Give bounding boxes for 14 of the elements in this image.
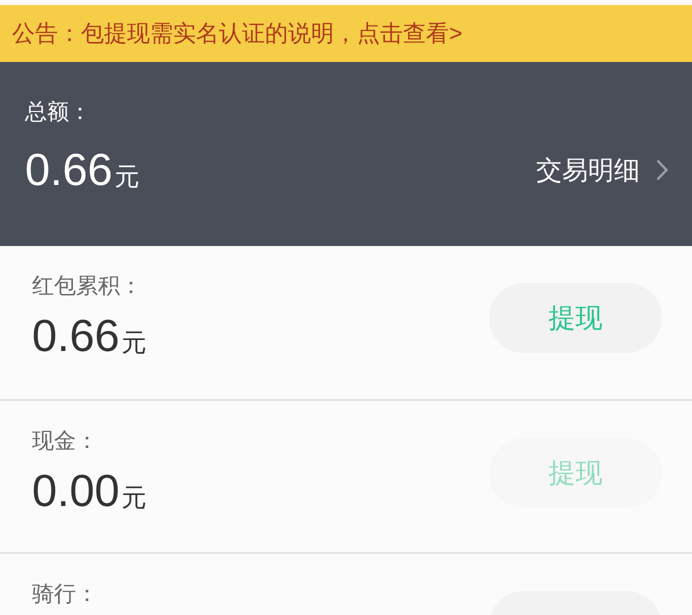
account-label: 骑行： [32,580,98,608]
withdraw-button[interactable]: 提现 [489,282,662,352]
chevron-right-icon [656,159,668,181]
total-amount: 0.66 [25,143,113,197]
currency-unit: 元 [122,483,147,513]
total-label: 总额： [25,98,91,126]
account-amount: 0.66 [32,309,120,363]
currency-unit: 元 [122,328,147,358]
currency-unit: 元 [114,162,140,192]
account-amount: 0.00 [32,464,120,518]
transaction-details-link[interactable]: 交易明细 [536,154,668,186]
notice-banner[interactable]: 公告：包提现需实名认证的说明，点击查看> [0,5,692,62]
account-label: 红包累积： [32,272,142,300]
account-label: 现金： [32,427,98,455]
